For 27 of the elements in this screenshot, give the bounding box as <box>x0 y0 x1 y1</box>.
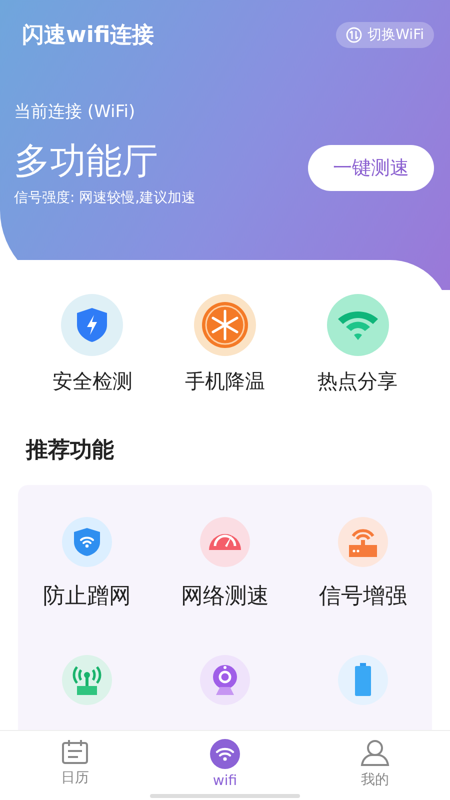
router-icon <box>347 526 379 558</box>
quick-tool[interactable]: 手机降温 <box>158 294 292 395</box>
tab[interactable]: 我的 <box>300 731 450 800</box>
battery-icon <box>354 663 372 697</box>
feature-item[interactable]: 网络测速 <box>156 517 294 655</box>
gauge-icon <box>209 534 241 550</box>
feature-item[interactable]: 信号增强 <box>294 517 432 655</box>
antenna-icon <box>71 664 103 696</box>
wifi-icon <box>210 739 240 769</box>
connection-caption: 当前连接 (WiFi) <box>14 101 136 123</box>
snowflake-icon <box>200 301 249 349</box>
section-title: 推荐功能 <box>26 437 115 465</box>
user-icon <box>360 739 390 767</box>
tab[interactable]: 日历 <box>0 731 150 800</box>
tab[interactable]: wifi <box>150 731 300 800</box>
app-title: 闪速wifi连接 <box>22 22 154 50</box>
signal-strength-text: 信号强度: 网速较慢,建议加速 <box>14 189 197 207</box>
quick-tool[interactable]: 安全检测 <box>26 294 159 395</box>
quick-tool[interactable]: 热点分享 <box>291 294 424 395</box>
webcam-icon <box>210 664 240 696</box>
speed-test-button[interactable]: 一键测速 <box>308 145 434 191</box>
shield-wifi-icon <box>73 527 101 557</box>
shield-icon <box>75 307 110 343</box>
network-name: 多功能厅 <box>14 140 158 184</box>
feature-item[interactable]: 防止蹭网 <box>18 517 156 655</box>
switch-icon <box>346 27 362 43</box>
calendar-icon <box>61 739 89 765</box>
